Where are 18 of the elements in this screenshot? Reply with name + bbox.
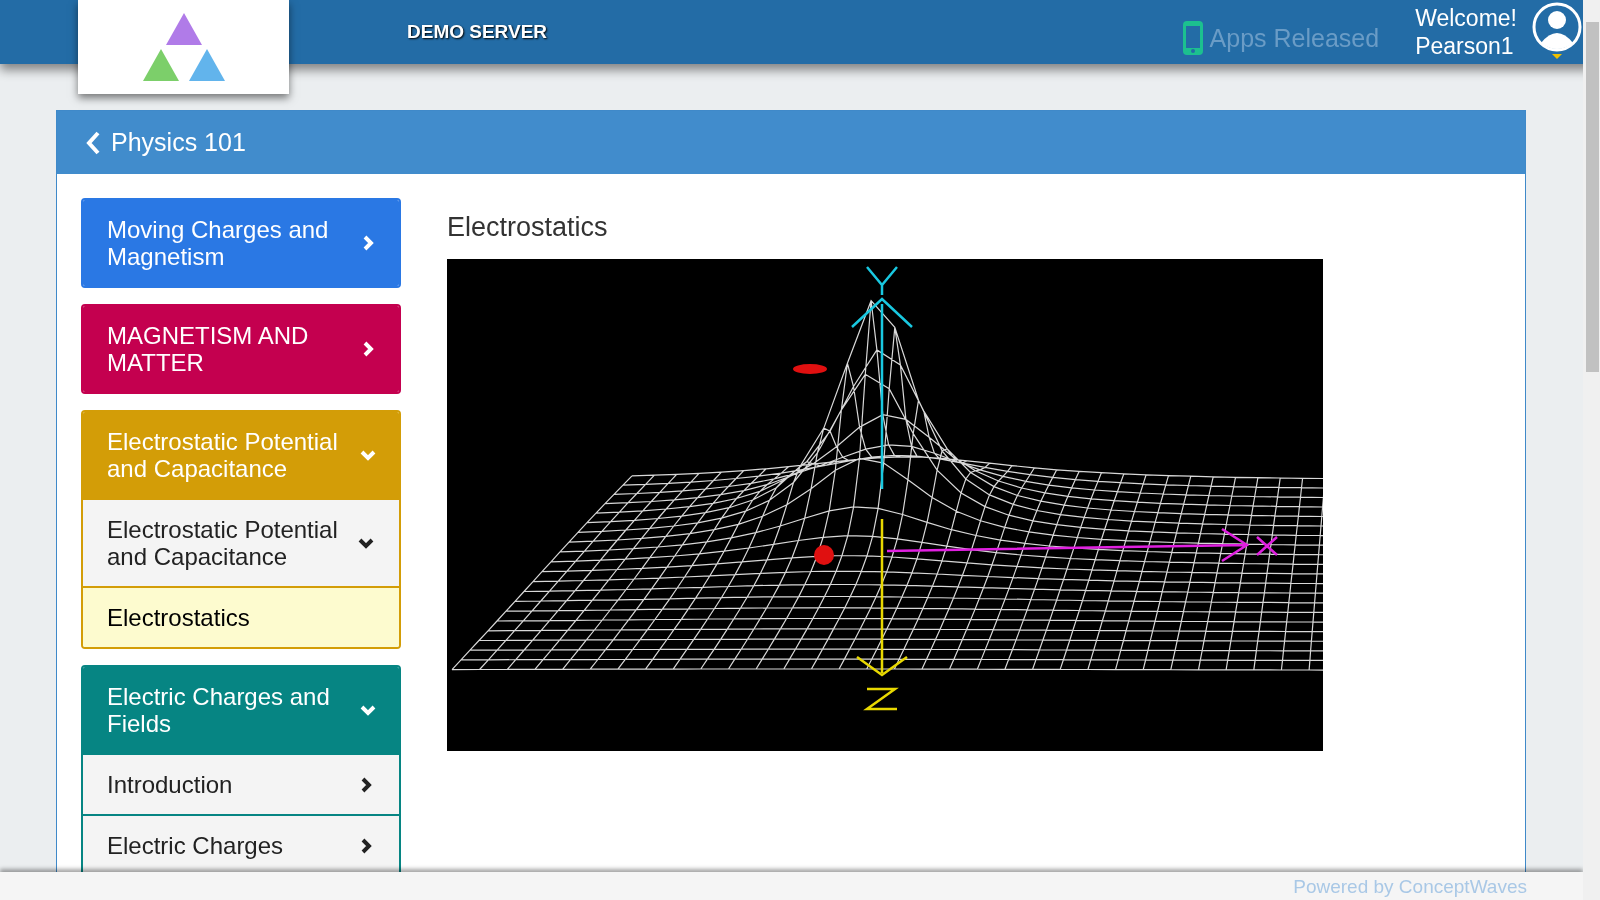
user-avatar-icon[interactable] <box>1531 0 1583 61</box>
sidebar-group[interactable]: Electric Charges and Fields <box>83 667 399 753</box>
phone-icon <box>1181 20 1204 56</box>
server-label: DEMO SERVER <box>407 21 548 43</box>
scrollbar[interactable] <box>1583 0 1600 900</box>
sidebar-item[interactable]: Electrostatic Potential and Capacitance <box>83 498 399 586</box>
sidebar-group[interactable]: Moving Charges and Magnetism <box>83 200 399 286</box>
course-title: Physics 101 <box>111 128 246 157</box>
sidebar-group[interactable]: Electrostatic Potential and Capacitance <box>83 412 399 498</box>
sidebar-item[interactable]: Electrostatics <box>83 586 399 647</box>
sidebar-group[interactable]: MAGNETISM AND MATTER <box>83 306 399 392</box>
welcome-text: Welcome! <box>1415 4 1517 32</box>
logo[interactable] <box>78 0 289 94</box>
back-chevron-icon[interactable] <box>85 130 101 155</box>
sidebar-item[interactable]: Introduction <box>83 753 399 814</box>
sidebar-item[interactable]: Electric Charges <box>83 814 399 875</box>
content-title: Electrostatics <box>447 212 609 243</box>
user-name: Pearson1 <box>1415 32 1515 60</box>
